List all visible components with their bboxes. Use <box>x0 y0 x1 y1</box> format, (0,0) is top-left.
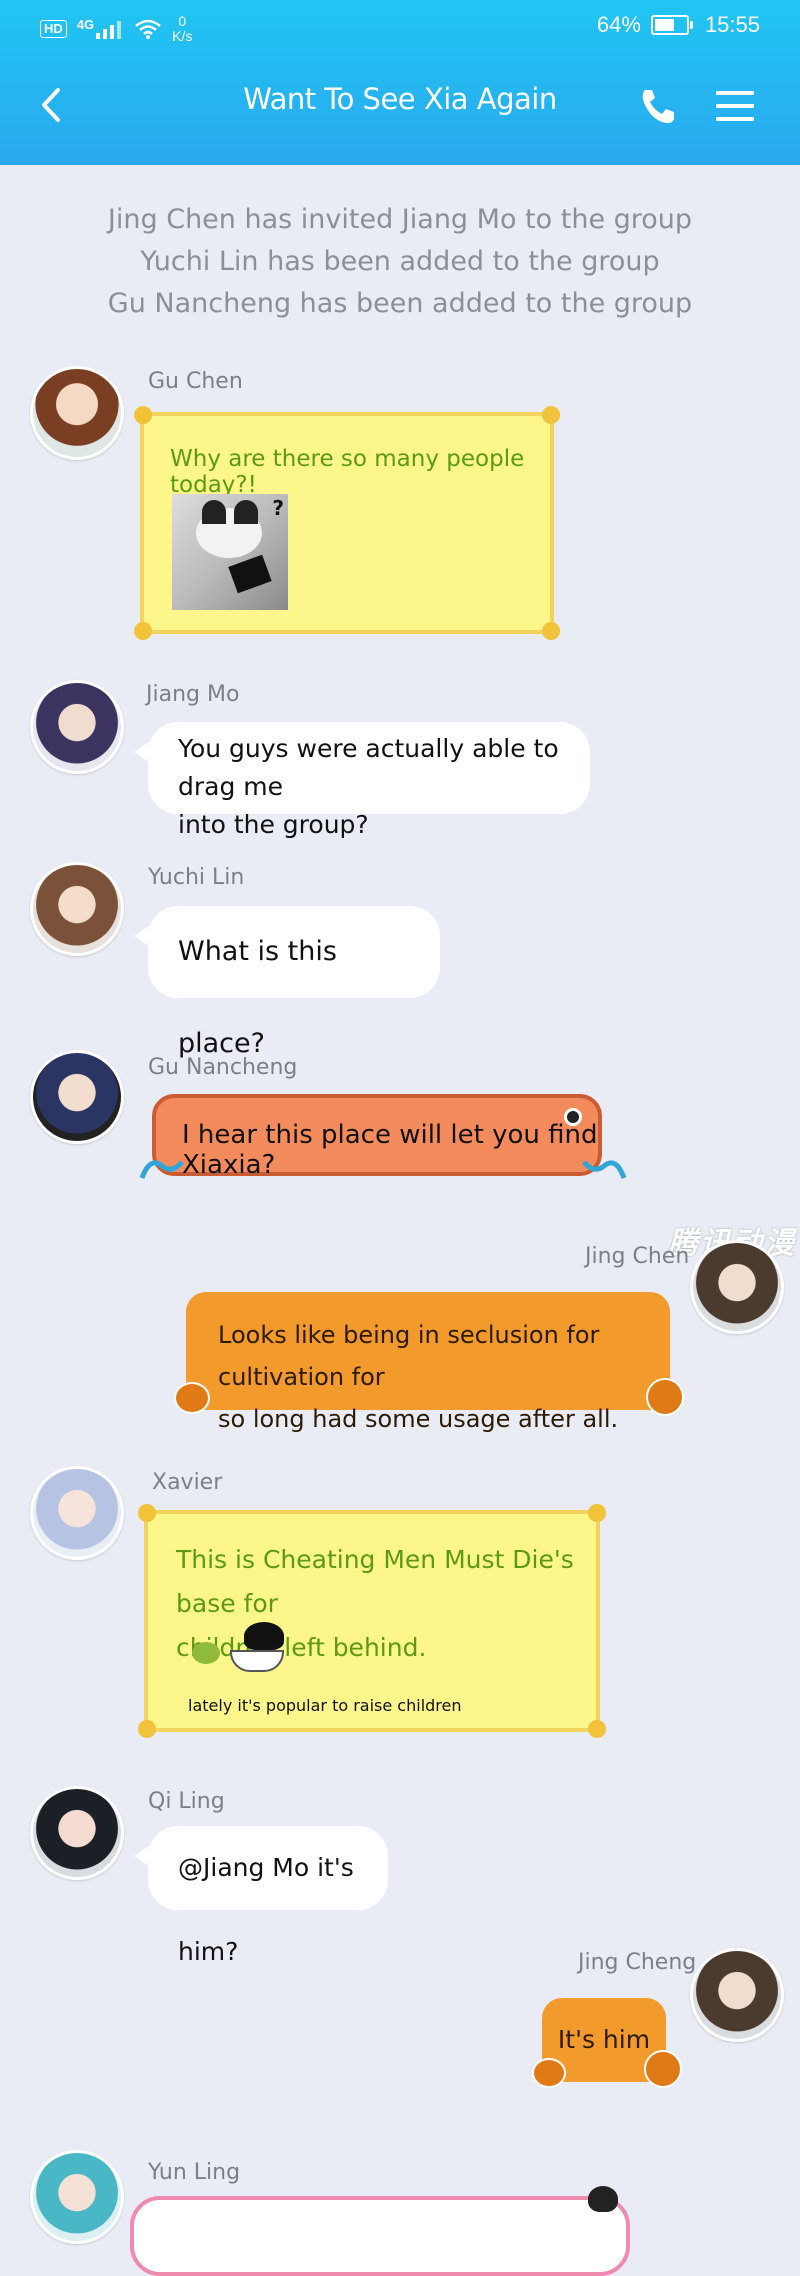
penguin-decoration <box>588 2186 618 2212</box>
sender-name: Jing Chen <box>585 1244 690 1269</box>
avatar[interactable] <box>690 1240 784 1334</box>
message-bubble[interactable]: I hear this place will let you find Xiax… <box>152 1094 602 1180</box>
message-text-line: so long had some usage after all. <box>218 1405 619 1433</box>
message-text: What is this place? <box>178 936 337 1059</box>
battery-icon <box>650 15 693 35</box>
hamburger-menu-icon[interactable] <box>714 86 758 126</box>
message-bubble[interactable] <box>130 2196 630 2276</box>
message-text: I hear this place will let you find Xiax… <box>182 1120 598 1180</box>
sender-name: Jiang Mo <box>146 682 240 707</box>
system-message: Gu Nancheng has been added to the group <box>107 288 693 319</box>
avatar[interactable] <box>30 862 124 956</box>
clock: 15:55 <box>704 12 760 37</box>
sender-name: Qi Ling <box>148 1789 225 1814</box>
sender-name: Gu Chen <box>148 369 243 394</box>
message-bubble[interactable]: @Jiang Mo it's him? <box>134 1826 388 1966</box>
orange-fruit-decoration <box>646 1378 684 1416</box>
raise-children-sticker <box>188 1622 308 1672</box>
avatar[interactable] <box>30 366 124 460</box>
sender-name: Xavier <box>152 1470 223 1495</box>
avatar[interactable] <box>30 680 124 774</box>
phone-icon[interactable] <box>636 84 680 128</box>
system-message: Jing Chen has invited Jiang Mo to the gr… <box>107 204 693 235</box>
avatar[interactable] <box>690 1948 784 2042</box>
sender-name: Yun Ling <box>148 2160 241 2185</box>
message-bubble[interactable]: This is Cheating Men Must Die's base for… <box>138 1504 606 1738</box>
message-bubble[interactable]: Why are there so many people today?! ? <box>134 406 560 640</box>
orange-fruit-decoration <box>644 2050 682 2088</box>
message-text-line: Looks like being in seclusion for cultiv… <box>218 1321 600 1391</box>
status-bar: HD 4G 0 K/s 64% 15:55 <box>0 0 800 55</box>
message-bubble[interactable]: You guys were actually able to drag me i… <box>134 722 590 839</box>
message-text: @Jiang Mo it's him? <box>178 1853 354 1966</box>
network-speed: 0 K/s <box>172 13 193 44</box>
sender-name: Yuchi Lin <box>148 865 245 890</box>
system-message: Yuchi Lin has been added to the group <box>140 246 660 277</box>
avatar[interactable] <box>30 1466 124 1560</box>
sender-name: Jing Cheng <box>578 1950 697 1975</box>
sender-name: Gu Nancheng <box>148 1055 298 1080</box>
message-text-line: into the group? <box>178 810 369 839</box>
page-title: Want To See Xia Again <box>243 82 557 116</box>
message-text-line: This is Cheating Men Must Die's base for <box>176 1545 574 1618</box>
orange-fruit-decoration <box>174 1382 210 1414</box>
hd-badge: HD <box>40 20 67 38</box>
signal-icon <box>96 21 122 39</box>
wave-decoration-icon <box>140 1160 184 1179</box>
message-text: It's him <box>557 2025 651 2054</box>
avatar[interactable] <box>30 1050 124 1144</box>
battery-percent: 64% <box>596 12 641 37</box>
message-bubble[interactable]: Looks like being in seclusion for cultiv… <box>186 1292 670 1433</box>
avatar[interactable] <box>30 1786 124 1880</box>
network-type: 4G <box>76 16 95 32</box>
message-text-line: You guys were actually able to drag me <box>178 734 559 801</box>
avatar[interactable] <box>30 2150 124 2244</box>
orange-fruit-decoration <box>532 2058 566 2088</box>
confused-cat-sticker: ? <box>172 494 288 610</box>
header-bar: HD 4G 0 K/s 64% 15:55 Want To See Xia Ag… <box>0 0 800 165</box>
message-text: Why are there so many people today?! <box>170 446 525 498</box>
wifi-icon <box>135 19 161 39</box>
wave-decoration-icon <box>582 1160 626 1179</box>
sticker-caption: lately it's popular to raise children <box>188 1696 462 1715</box>
message-bubble[interactable]: What is this place? <box>134 906 440 1059</box>
